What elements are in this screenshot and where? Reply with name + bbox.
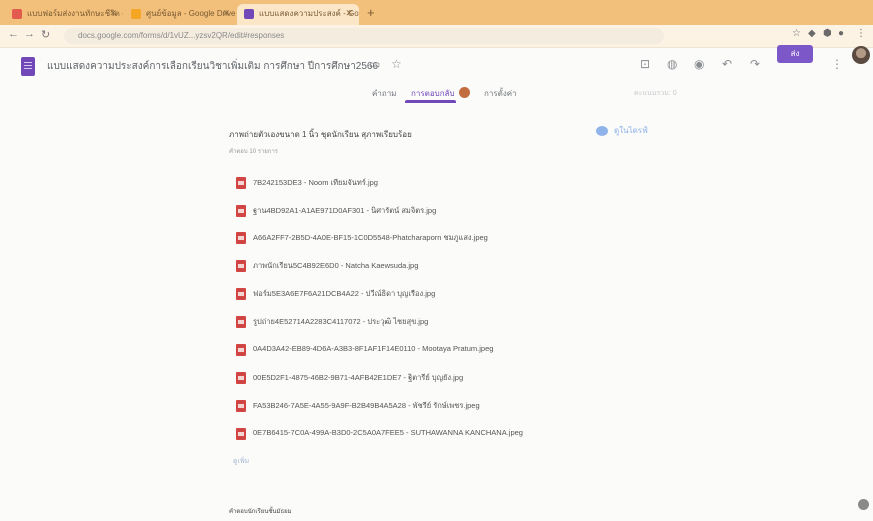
url-input[interactable]: docs.google.com/forms/d/1vUZ...yzsv2QR/e… — [64, 28, 664, 44]
folder-icon[interactable]: ▭ — [369, 57, 380, 71]
avatar[interactable] — [852, 46, 870, 64]
browser-tab-1[interactable]: แบบฟอร์มส่งงานทักษะชีวิต - G ✕ — [5, 4, 123, 25]
image-file-icon — [236, 177, 246, 189]
browser-menu-icon[interactable]: ⋮ — [856, 28, 866, 39]
more-vert-icon[interactable]: ⋮ — [831, 57, 843, 71]
image-file-icon — [236, 316, 246, 328]
tab-responses[interactable]: การตอบกลับ — [411, 87, 455, 100]
file-name: 0A4D3A42-EB89-4D6A-A3B3-8F1AF1F14E0110 -… — [253, 344, 494, 353]
browser-tab-strip: แบบฟอร์มส่งงานทักษะชีวิต - G ✕ ศูนย์ข้อม… — [0, 0, 873, 25]
file-name: ฟอร์ม5E3A6E7F6A21DCB4A22 - ปวีณ์ธิดา บุญ… — [253, 289, 436, 298]
extensions-icon[interactable]: ◆ — [808, 28, 816, 39]
back-icon[interactable]: ← — [8, 28, 19, 40]
image-file-icon — [236, 260, 246, 272]
reload-icon[interactable]: ↻ — [41, 28, 50, 41]
tab-label: แบบแสดงความประสงค์ - Google Forms — [259, 9, 359, 18]
file-name: 0E7B6415-7C0A-499A-B3D0-2C5A0A7FEE5 - SU… — [253, 428, 523, 437]
tab-close-icon[interactable]: ✕ — [109, 4, 117, 23]
image-file-icon — [236, 205, 246, 217]
new-tab-button[interactable]: + — [367, 5, 375, 20]
file-name: ภาพนักเรียน5C4B92E6D0 - Natcha Kaewsuda.… — [253, 261, 419, 270]
file-name: ฐาน4BD92A1-A1AE971D0AF301 - นิศารัตน์ สม… — [253, 206, 437, 215]
file-name: 7B242153DE3 - Noom เทียมจันทร์.jpg — [253, 178, 378, 187]
view-in-drive-link[interactable]: ดูในไดรฟ์ — [596, 124, 648, 137]
help-icon[interactable] — [858, 499, 869, 510]
see-more-link[interactable]: ดูเพิ่ม — [233, 456, 249, 467]
question-title: ภาพถ่ายตัวเองขนาด 1 นิ้ว ชุดนักเรียน สุภ… — [229, 130, 412, 139]
google-forms-logo-icon[interactable] — [21, 57, 35, 76]
browser-tab-2[interactable]: ศูนย์ข้อมูล - Google Drive ✕ — [124, 4, 236, 25]
image-file-icon — [236, 428, 246, 440]
image-file-icon — [236, 288, 246, 300]
active-tab-indicator — [405, 100, 456, 103]
tab-close-icon[interactable]: ✕ — [345, 4, 353, 23]
tab-close-icon[interactable]: ✕ — [222, 4, 230, 23]
send-button[interactable]: ส่ง — [777, 45, 813, 63]
google-drive-icon — [596, 125, 608, 136]
file-name: รูปถ่าย4E52714A2283C4117072 - ประวุฒิ ไช… — [253, 317, 429, 326]
file-name: A66A2FF7-2B5D-4A0E-BF15-1C0D5548-Phatcha… — [253, 233, 488, 242]
preview-eye-icon[interactable]: ◉ — [694, 57, 704, 71]
addon-icon[interactable]: ⊡ — [640, 57, 650, 71]
image-file-icon — [236, 400, 246, 412]
tab-favicon-icon — [131, 9, 141, 19]
tab-favicon-icon — [12, 9, 22, 19]
total-score-text: คะแนนรวม: 0 — [634, 90, 677, 97]
tab-questions[interactable]: คำถาม — [372, 87, 396, 100]
file-name: 00E5D2F1-4875-46B2-9B71-4AFB42E1DE7 - ฐิ… — [253, 373, 464, 382]
tab-settings[interactable]: การตั้งค่า — [484, 87, 517, 100]
forward-icon[interactable]: → — [24, 28, 35, 40]
image-file-icon — [236, 372, 246, 384]
palette-icon[interactable]: ◍ — [667, 57, 677, 71]
address-bar-row: ← → ↻ docs.google.com/forms/d/1vUZ...yzs… — [0, 25, 873, 48]
view-in-drive-label: ดูในไดรฟ์ — [614, 126, 648, 135]
forms-header: แบบแสดงความประสงค์การเลือกเรียนวิชาเพิ่ม… — [0, 47, 873, 81]
undo-icon[interactable]: ↶ — [722, 57, 732, 71]
browser-tab-3[interactable]: แบบแสดงความประสงค์ - Google Forms ✕ — [237, 4, 359, 25]
image-file-icon — [236, 344, 246, 356]
browser-profile-icon[interactable]: ● — [838, 28, 844, 39]
file-name: FA53B246-7A5E-4A55-9A9F-B2B49B4A5A28 - พ… — [253, 401, 480, 410]
bookmark-star-icon[interactable]: ☆ — [792, 28, 801, 39]
star-icon[interactable]: ☆ — [391, 57, 402, 71]
image-file-icon — [236, 232, 246, 244]
next-question-title: คำตอบนักเรียนชั้นมัธยม — [229, 509, 292, 515]
redo-icon[interactable]: ↷ — [750, 57, 760, 71]
response-count-text: คำตอบ 10 รายการ — [229, 149, 279, 155]
tab-favicon-icon — [244, 9, 254, 19]
shield-icon[interactable]: ⬢ — [823, 28, 832, 39]
form-title[interactable]: แบบแสดงความประสงค์การเลือกเรียนวิชาเพิ่ม… — [47, 59, 378, 74]
responses-count-badge — [459, 87, 470, 98]
